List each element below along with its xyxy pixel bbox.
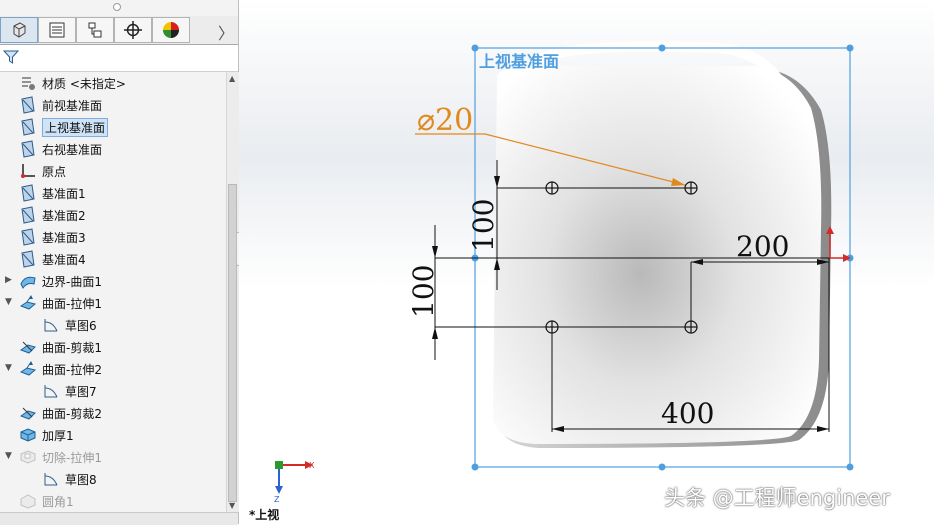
plane-icon bbox=[19, 250, 37, 268]
property-manager-tab[interactable] bbox=[38, 17, 76, 43]
feature-manager-panel: 〉 材质 <未指定> 前视基准面上视基准面右视基准面原点基准面1 基准面2 基准面3 基… bbox=[0, 0, 239, 525]
collapse-arrow-icon[interactable]: ▼ bbox=[5, 297, 13, 307]
boundary-surface-icon bbox=[19, 272, 37, 290]
model-view: 上视基准面 ⌀20 100 100 200 400 X Z bbox=[239, 0, 934, 524]
trim-surface-icon bbox=[19, 338, 37, 356]
plane-icon bbox=[19, 96, 37, 114]
tree-item-label: 基准面3 bbox=[42, 231, 86, 245]
plane-label: 上视基准面 bbox=[479, 52, 559, 71]
configuration-icon bbox=[88, 22, 102, 38]
tree-item-label: 草图8 bbox=[65, 473, 97, 487]
more-tabs-icon[interactable]: 〉 bbox=[218, 20, 234, 44]
vertical-dimension-left[interactable]: 100 bbox=[407, 265, 440, 318]
sketch-icon bbox=[42, 316, 60, 334]
horizontal-dimension-top[interactable]: 200 bbox=[736, 230, 789, 263]
crosshair-icon bbox=[124, 21, 142, 39]
tree-item-label: 材质 <未指定> bbox=[42, 77, 126, 91]
tree-item[interactable]: 右视基准面 bbox=[0, 138, 226, 160]
triad-x-label: X bbox=[309, 461, 315, 470]
thicken-icon bbox=[19, 426, 37, 444]
expand-arrow-icon[interactable]: ▶ bbox=[5, 275, 13, 285]
view-orientation-label: *上视 bbox=[249, 508, 280, 522]
collapse-arrow-icon[interactable]: ▼ bbox=[5, 451, 13, 461]
tree-item[interactable]: 草图7 bbox=[0, 380, 226, 402]
tree-item[interactable]: 曲面-剪裁2 bbox=[0, 402, 226, 424]
plane-icon bbox=[19, 118, 37, 136]
panel-bottom-bar bbox=[0, 512, 238, 525]
tree-item[interactable]: 基准面3 bbox=[0, 226, 226, 248]
tree-item[interactable]: ▼ 曲面-拉伸2 bbox=[0, 358, 226, 380]
tree-filter-row[interactable] bbox=[0, 45, 238, 72]
configuration-manager-tab[interactable] bbox=[76, 17, 114, 43]
plane-icon bbox=[19, 206, 37, 224]
tree-item-label: 基准面2 bbox=[42, 209, 86, 223]
tree-item[interactable]: ▼ 切除-拉伸1 bbox=[0, 446, 226, 468]
origin-icon bbox=[19, 162, 37, 180]
tree-item-label: 加厚1 bbox=[42, 429, 74, 443]
trim-surface-icon bbox=[19, 404, 37, 422]
panel-grip[interactable] bbox=[0, 0, 238, 14]
tree-item-label: 圆角1 bbox=[42, 495, 74, 509]
tree-item-label: 曲面-拉伸1 bbox=[42, 297, 102, 311]
tree-item-label: 原点 bbox=[42, 165, 67, 179]
feature-tree: 材质 <未指定> 前视基准面上视基准面右视基准面原点基准面1 基准面2 基准面3 基准面… bbox=[0, 72, 226, 512]
feature-manager-tab[interactable] bbox=[0, 17, 38, 43]
tree-item[interactable]: ▼ 曲面-拉伸1 bbox=[0, 292, 226, 314]
graphics-area[interactable]: 上视基准面 ⌀20 100 100 200 400 X Z *上视 头条 @工程… bbox=[239, 0, 934, 524]
plane-icon bbox=[19, 140, 37, 158]
vertical-dimension-top[interactable]: 100 bbox=[467, 199, 500, 252]
tree-item-label: 曲面-剪裁1 bbox=[42, 341, 102, 355]
tree-item-label: 草图6 bbox=[65, 319, 97, 333]
tree-item-label: 上视基准面 bbox=[42, 118, 109, 137]
tree-item-label: 基准面1 bbox=[42, 187, 86, 201]
tree-item[interactable]: 前视基准面 bbox=[0, 94, 226, 116]
extrude-surface-icon bbox=[19, 360, 37, 378]
tree-item[interactable]: ▶ 边界-曲面1 bbox=[0, 270, 226, 292]
diameter-dimension[interactable]: ⌀20 bbox=[417, 103, 473, 138]
tree-item-label: 前视基准面 bbox=[42, 99, 103, 113]
tree-item[interactable]: 圆角1 bbox=[0, 490, 226, 512]
tree-item[interactable]: 加厚1 bbox=[0, 424, 226, 446]
tree-item[interactable]: 基准面2 bbox=[0, 204, 226, 226]
extrude-surface-icon bbox=[19, 294, 37, 312]
tree-item-label: 边界-曲面1 bbox=[42, 275, 102, 289]
tree-scrollbar[interactable]: ▲ ▼ bbox=[226, 72, 239, 512]
sketch-icon bbox=[42, 470, 60, 488]
tree-item[interactable]: 基准面1 bbox=[0, 182, 226, 204]
triad-z-label: Z bbox=[274, 495, 280, 504]
scroll-up-icon[interactable]: ▲ bbox=[229, 74, 235, 83]
property-list-icon bbox=[49, 22, 65, 38]
dimxpert-tab[interactable] bbox=[114, 17, 152, 43]
color-wheel-icon bbox=[163, 22, 179, 38]
tree-item[interactable]: 基准面4 bbox=[0, 248, 226, 270]
material-icon bbox=[19, 74, 37, 92]
tree-item[interactable]: 材质 <未指定> bbox=[0, 72, 226, 94]
filter-icon[interactable] bbox=[3, 49, 19, 65]
cut-extrude-icon bbox=[19, 448, 37, 466]
tree-item-label: 右视基准面 bbox=[42, 143, 103, 157]
tree-item[interactable]: 草图6 bbox=[0, 314, 226, 336]
part-tree-icon bbox=[13, 22, 26, 38]
tree-item-label: 切除-拉伸1 bbox=[42, 451, 102, 465]
tree-item-label: 曲面-拉伸2 bbox=[42, 363, 102, 377]
tree-item[interactable]: 曲面-剪裁1 bbox=[0, 336, 226, 358]
tree-item-label: 草图7 bbox=[65, 385, 97, 399]
fillet-icon bbox=[19, 492, 37, 510]
tree-item-label: 基准面4 bbox=[42, 253, 86, 267]
display-manager-tab[interactable] bbox=[152, 17, 190, 43]
tree-item[interactable]: 草图8 bbox=[0, 468, 226, 490]
tree-item-label: 曲面-剪裁2 bbox=[42, 407, 102, 421]
plane-icon bbox=[19, 228, 37, 246]
collapse-arrow-icon[interactable]: ▼ bbox=[5, 363, 13, 373]
watermark: 头条 @工程师engineer bbox=[664, 486, 890, 510]
horizontal-dimension-bottom[interactable]: 400 bbox=[661, 397, 714, 430]
sketch-icon bbox=[42, 382, 60, 400]
tree-item[interactable]: 上视基准面 bbox=[0, 116, 226, 138]
scroll-down-icon[interactable]: ▼ bbox=[229, 501, 235, 510]
plane-icon bbox=[19, 184, 37, 202]
manager-tab-strip: 〉 bbox=[0, 16, 238, 45]
tree-item[interactable]: 原点 bbox=[0, 160, 226, 182]
